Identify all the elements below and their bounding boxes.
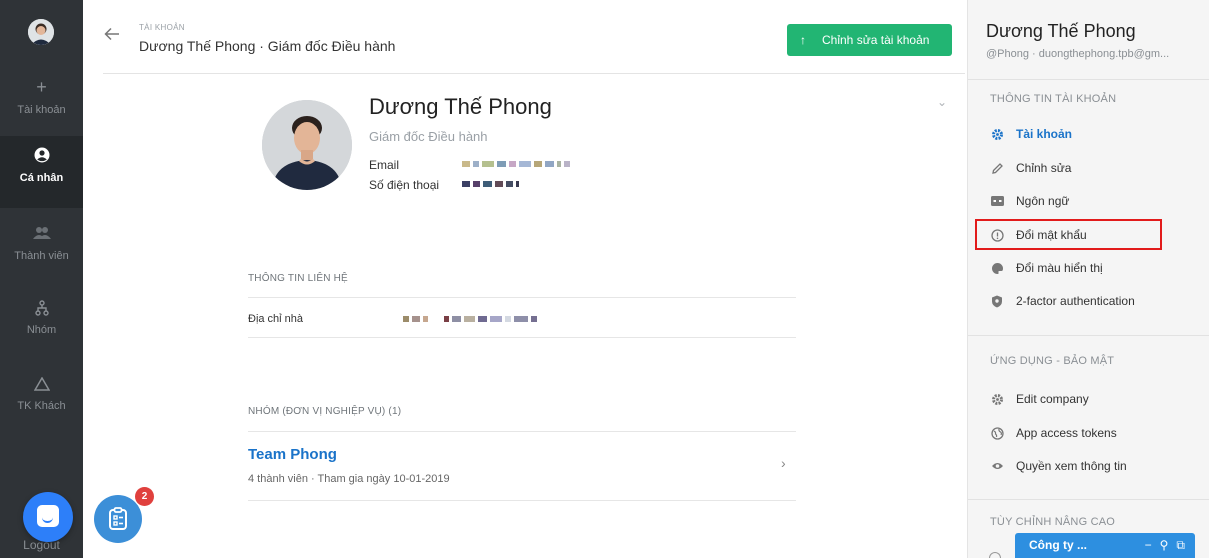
pencil-icon: [990, 161, 1004, 175]
nav-item-ca-nhan[interactable]: Cá nhân: [0, 136, 83, 208]
divider: [968, 335, 1209, 336]
address-value-redacted: [403, 315, 537, 323]
highlight-annotation-box: [975, 219, 1162, 250]
page-title: Dương Thế Phong · Giám đốc Điều hành: [139, 38, 396, 54]
menu-item-label: Quyền xem thông tin: [1016, 459, 1127, 473]
divider: [968, 499, 1209, 500]
back-arrow-icon[interactable]: [103, 25, 121, 43]
nav-avatar[interactable]: [28, 19, 54, 45]
section-title-advanced: TÙY CHỈNH NÂNG CAO: [990, 516, 1116, 528]
right-panel: Dương Thế Phong @Phong · duongthephong.t…: [967, 0, 1209, 558]
contact-section-title: THÔNG TIN LIÊN HỆ: [248, 273, 348, 284]
groups-section-title: NHÓM (ĐƠN VỊ NGHIỆP VỤ) (1): [248, 406, 402, 417]
app-root: + Tài khoản Cá nhân Thành viên Nhóm TK K…: [0, 0, 1209, 558]
menu-item-app-access-tokens[interactable]: App access tokens: [990, 423, 1117, 443]
breadcrumb: TÀI KHOẢN: [139, 23, 185, 32]
team-name-link[interactable]: Team Phong: [248, 446, 337, 463]
notification-badge: 2: [135, 487, 154, 506]
arrow-up-icon: ↑: [800, 33, 806, 47]
account-name: Dương Thế Phong: [986, 21, 1136, 41]
menu-item-chinh-sua[interactable]: Chỉnh sửa: [990, 158, 1071, 178]
nav-item-label: Cá nhân: [19, 172, 64, 184]
org-chart-icon: [0, 296, 83, 318]
divider: [248, 431, 796, 432]
task-checklist-button[interactable]: [94, 495, 142, 543]
gear-icon: [990, 392, 1004, 406]
menu-item-quyen-xem[interactable]: Quyền xem thông tin: [990, 456, 1127, 476]
globe-icon: [990, 426, 1004, 440]
nav-item-label: Thành viên: [14, 250, 69, 262]
popout-icon[interactable]: ⧉: [1176, 533, 1185, 558]
user-circle-icon: [0, 144, 83, 166]
team-meta: 4 thành viên · Tham gia ngày 10-01-2019: [248, 473, 450, 485]
eye-icon: [990, 459, 1004, 473]
company-chat-bar[interactable]: Công ty ... − ⚲ ⧉: [1015, 533, 1195, 558]
nav-item-thanh-vien[interactable]: Thành viên: [0, 214, 83, 286]
divider: [248, 337, 796, 338]
address-label: Địa chỉ nhà: [248, 313, 304, 325]
nav-item-nhom[interactable]: Nhóm: [0, 288, 83, 360]
menu-item-edit-company[interactable]: Edit company: [990, 389, 1089, 409]
profile-photo-image: [262, 100, 352, 190]
chevron-right-icon[interactable]: ›: [781, 455, 786, 471]
palette-icon: [990, 261, 1004, 275]
left-nav: + Tài khoản Cá nhân Thành viên Nhóm TK K…: [0, 0, 83, 558]
company-bar-label: Công ty ...: [1029, 538, 1087, 552]
menu-item-tai-khoan[interactable]: Tài khoản: [990, 124, 1072, 144]
profile-role: Giám đốc Điều hành: [369, 129, 488, 144]
account-handle-email: @Phong · duongthephong.tpb@gm...: [986, 48, 1170, 60]
menu-item-2fa[interactable]: 2-factor authentication: [990, 291, 1135, 311]
section-title-app-security: ỨNG DỤNG - BẢO MẬT: [990, 355, 1115, 367]
plus-icon: +: [36, 77, 47, 97]
nav-item-label: Nhóm: [26, 324, 57, 336]
divider: [968, 79, 1209, 80]
phone-label: Số điện thoại: [369, 178, 440, 192]
users-icon: [0, 222, 83, 244]
profile-name: Dương Thế Phong: [369, 94, 552, 119]
divider: [248, 297, 796, 298]
phone-value-redacted: [462, 180, 519, 188]
partial-icon: [989, 552, 1001, 558]
search-icon[interactable]: ⚲: [1160, 533, 1169, 558]
menu-item-label: Tài khoản: [1016, 127, 1073, 141]
chat-icon: [37, 505, 59, 527]
gear-icon: [990, 127, 1004, 141]
minimize-icon[interactable]: −: [1145, 533, 1152, 558]
edit-account-label: Chỉnh sửa tài khoản: [822, 33, 930, 47]
avatar-icon: [28, 19, 54, 45]
menu-item-label: Đổi màu hiển thị: [1016, 261, 1103, 275]
menu-item-doi-mau[interactable]: Đổi màu hiển thị: [990, 258, 1103, 278]
menu-item-label: Chỉnh sửa: [1016, 161, 1072, 175]
menu-item-label: App access tokens: [1016, 426, 1117, 440]
nav-item-tk-khach[interactable]: TK Khách: [0, 364, 83, 436]
nav-item-label: Tài khoản: [17, 104, 66, 116]
profile-avatar: [262, 100, 352, 190]
menu-item-ngon-ngu[interactable]: Ngôn ngữ: [990, 191, 1069, 211]
menu-item-label: 2-factor authentication: [1016, 294, 1135, 308]
clipboard-icon: [109, 507, 127, 530]
header-divider: [103, 73, 965, 74]
section-title-account-info: THÔNG TIN TÀI KHOẢN: [990, 93, 1117, 105]
shield-icon: [990, 294, 1004, 308]
chat-launcher-button[interactable]: [23, 492, 73, 542]
menu-item-label: Edit company: [1016, 392, 1089, 406]
chevron-down-icon[interactable]: ⌄: [937, 95, 947, 109]
divider: [248, 500, 796, 501]
menu-item-label: Ngôn ngữ: [1016, 194, 1070, 208]
triangle-icon: [0, 372, 83, 394]
edit-account-button[interactable]: ↑ Chỉnh sửa tài khoản: [787, 24, 952, 56]
nav-item-tai-khoan[interactable]: + Tài khoản: [0, 68, 83, 140]
email-value-redacted: [462, 160, 570, 168]
language-icon: [990, 194, 1004, 208]
email-label: Email: [369, 158, 400, 172]
nav-item-label: TK Khách: [17, 400, 66, 412]
